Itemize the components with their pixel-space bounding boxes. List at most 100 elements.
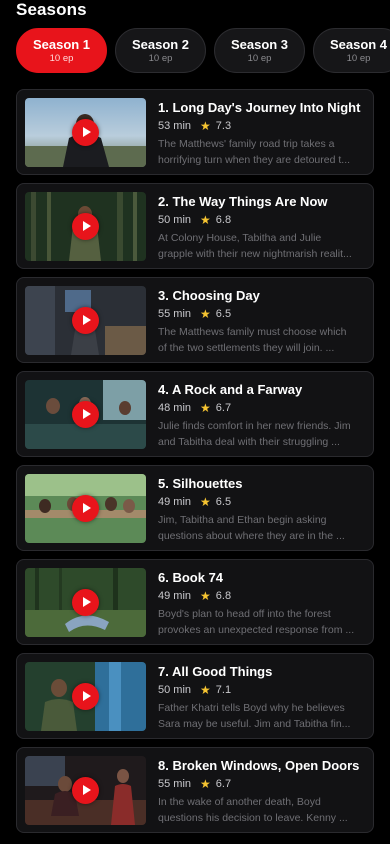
episode-thumbnail[interactable] <box>25 568 146 637</box>
description-line: horrifying turn when they are detoured t… <box>158 154 351 166</box>
episode-title: 5. Silhouettes <box>158 476 243 491</box>
tab-episode-count: 10 ep <box>49 52 74 64</box>
episode-info: 2. The Way Things Are Now 50 min ★ 6.8 A… <box>158 194 366 262</box>
tab-season-3[interactable]: Season 3 10 ep <box>214 28 305 73</box>
description-line: The Matthews family must choose which <box>158 326 347 338</box>
episode-rating: 6.8 <box>215 214 232 226</box>
tab-title: Season 4 <box>329 36 388 52</box>
episode-description: At Colony House, Tabitha and Julie grapp… <box>158 230 366 262</box>
episode-thumbnail[interactable] <box>25 192 146 261</box>
star-icon: ★ <box>200 683 211 697</box>
episode-card[interactable]: 4. A Rock and a Farway 48 min ★ 6.7 Juli… <box>16 371 374 457</box>
description-line: Jim, Tabitha and Ethan begin asking <box>158 514 327 526</box>
description-line: and Tabitha deal with their struggling .… <box>158 436 340 448</box>
episode-duration: 49 min <box>158 496 192 508</box>
episode-thumbnail[interactable] <box>25 286 146 355</box>
episode-meta: 50 min ★ 6.8 <box>158 213 366 227</box>
episode-rating: 6.7 <box>215 778 232 790</box>
episode-duration: 49 min <box>158 590 192 602</box>
episode-card[interactable]: 6. Book 74 49 min ★ 6.8 Boyd's plan to h… <box>16 559 374 645</box>
play-icon[interactable] <box>72 401 99 428</box>
tab-season-1[interactable]: Season 1 10 ep <box>16 28 107 73</box>
episode-title: 8. Broken Windows, Open Doors <box>158 758 360 773</box>
episode-card[interactable]: 5. Silhouettes 49 min ★ 6.5 Jim, Tabitha… <box>16 465 374 551</box>
episode-thumbnail[interactable] <box>25 474 146 543</box>
episode-duration: 50 min <box>158 684 192 696</box>
description-line: questions about where they are in the ..… <box>158 530 345 542</box>
play-icon[interactable] <box>72 683 99 710</box>
description-line: Sara may be useful. Jim and Tabitha fin.… <box>158 718 351 730</box>
description-line: grapple with their new nightmarish reali… <box>158 248 352 260</box>
episode-duration: 55 min <box>158 778 192 790</box>
star-icon: ★ <box>200 307 211 321</box>
season-tabs: Season 1 10 ep Season 2 10 ep Season 3 1… <box>16 28 390 74</box>
episode-info: 6. Book 74 49 min ★ 6.8 Boyd's plan to h… <box>158 570 366 638</box>
episode-thumbnail[interactable] <box>25 756 146 825</box>
episode-rating: 6.8 <box>215 590 232 602</box>
episode-info: 1. Long Day's Journey Into Night 53 min … <box>158 100 366 168</box>
episode-title: 3. Choosing Day <box>158 288 260 303</box>
episode-card[interactable]: 2. The Way Things Are Now 50 min ★ 6.8 A… <box>16 183 374 269</box>
tab-title: Season 3 <box>230 36 289 52</box>
episode-duration: 48 min <box>158 402 192 414</box>
episode-description: The Matthews' family road trip takes a h… <box>158 136 366 168</box>
episode-meta: 50 min ★ 7.1 <box>158 683 366 697</box>
episode-thumbnail[interactable] <box>25 98 146 167</box>
star-icon: ★ <box>200 213 211 227</box>
episode-info: 8. Broken Windows, Open Doors 55 min ★ 6… <box>158 758 366 826</box>
tab-season-4[interactable]: Season 4 10 ep <box>313 28 390 73</box>
tab-title: Season 2 <box>131 36 190 52</box>
star-icon: ★ <box>200 401 211 415</box>
episode-rating: 6.5 <box>215 308 232 320</box>
episode-duration: 53 min <box>158 120 192 132</box>
episode-card[interactable]: 7. All Good Things 50 min ★ 7.1 Father K… <box>16 653 374 739</box>
star-icon: ★ <box>200 589 211 603</box>
episode-list: 1. Long Day's Journey Into Night 53 min … <box>16 89 374 841</box>
play-icon[interactable] <box>72 307 99 334</box>
tab-episode-count: 10 ep <box>148 52 173 64</box>
episode-rating: 7.3 <box>215 120 232 132</box>
episode-description: Boyd's plan to head off into the forest … <box>158 606 366 638</box>
episode-meta: 53 min ★ 7.3 <box>158 119 366 133</box>
description-line: Julie finds comfort in her new friends. … <box>158 420 351 432</box>
tab-title: Season 1 <box>32 36 91 52</box>
episode-title: 1. Long Day's Journey Into Night <box>158 100 361 115</box>
episode-meta: 49 min ★ 6.8 <box>158 589 366 603</box>
episode-description: The Matthews family must choose which of… <box>158 324 366 356</box>
episode-title: 7. All Good Things <box>158 664 273 679</box>
play-icon[interactable] <box>72 213 99 240</box>
description-line: of the two settlements they will join. .… <box>158 342 335 354</box>
tab-season-2[interactable]: Season 2 10 ep <box>115 28 206 73</box>
episode-thumbnail[interactable] <box>25 662 146 731</box>
episode-card[interactable]: 8. Broken Windows, Open Doors 55 min ★ 6… <box>16 747 374 833</box>
episode-description: Jim, Tabitha and Ethan begin asking ques… <box>158 512 366 544</box>
play-icon[interactable] <box>72 495 99 522</box>
episode-duration: 50 min <box>158 214 192 226</box>
star-icon: ★ <box>200 777 211 791</box>
episode-card[interactable]: 1. Long Day's Journey Into Night 53 min … <box>16 89 374 175</box>
episode-duration: 55 min <box>158 308 192 320</box>
tab-episode-count: 10 ep <box>346 52 371 64</box>
description-line: Father Khatri tells Boyd why he believes <box>158 702 345 714</box>
description-line: provokes an unexpected response from ... <box>158 624 355 636</box>
season-episodes-screen: Seasons Season 1 10 ep Season 2 10 ep Se… <box>0 0 390 844</box>
star-icon: ★ <box>200 119 211 133</box>
description-line: At Colony House, Tabitha and Julie <box>158 232 322 244</box>
episode-meta: 55 min ★ 6.7 <box>158 777 366 791</box>
episode-info: 5. Silhouettes 49 min ★ 6.5 Jim, Tabitha… <box>158 476 366 544</box>
episode-card[interactable]: 3. Choosing Day 55 min ★ 6.5 The Matthew… <box>16 277 374 363</box>
episode-thumbnail[interactable] <box>25 380 146 449</box>
star-icon: ★ <box>200 495 211 509</box>
description-line: questions his decision to leave. Kenny .… <box>158 812 348 824</box>
episode-info: 4. A Rock and a Farway 48 min ★ 6.7 Juli… <box>158 382 366 450</box>
play-icon[interactable] <box>72 589 99 616</box>
episode-rating: 6.5 <box>215 496 232 508</box>
episode-description: In the wake of another death, Boyd quest… <box>158 794 366 826</box>
episode-rating: 6.7 <box>215 402 232 414</box>
description-line: The Matthews' family road trip takes a <box>158 138 335 150</box>
description-line: In the wake of another death, Boyd <box>158 796 321 808</box>
play-icon[interactable] <box>72 119 99 146</box>
episode-rating: 7.1 <box>215 684 232 696</box>
play-icon[interactable] <box>72 777 99 804</box>
description-line: Boyd's plan to head off into the forest <box>158 608 331 620</box>
